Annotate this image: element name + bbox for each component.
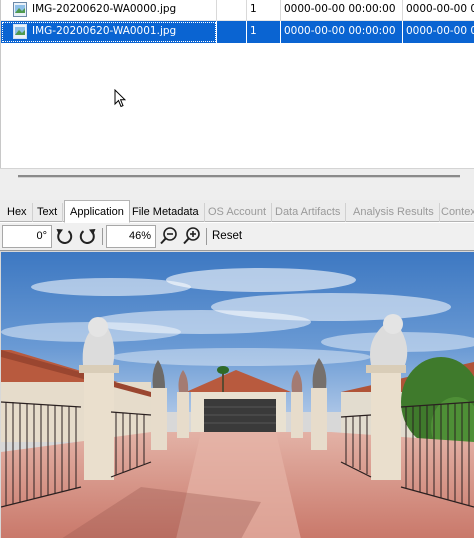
table-row-selected[interactable]: IMG-20200620-WA0001.jpg 1 0000-00-00 00:… [1, 21, 474, 43]
tab-os-account[interactable]: OS Account [203, 203, 273, 222]
content-viewer-tabs: Hex Text Application File Metadata OS Ac… [0, 200, 474, 223]
rotation-field[interactable]: 0° [2, 225, 52, 248]
mouse-cursor-icon [114, 89, 126, 108]
image-file-icon [13, 24, 27, 39]
tab-file-metadata[interactable]: File Metadata [127, 203, 205, 222]
count-cell: 1 [247, 0, 281, 21]
flag-cell [217, 21, 247, 43]
zoom-in-icon[interactable] [182, 226, 202, 246]
tab-hex[interactable]: Hex [2, 203, 33, 222]
modified-time-cell: 0000-00-00 00:00:00 [281, 0, 403, 21]
tab-text[interactable]: Text [32, 203, 64, 222]
toolbar-separator [102, 228, 103, 245]
image-toolbar: 0° 46% Reset [0, 223, 474, 250]
changed-time-cell: 0000-00-00 00:00:00 [406, 3, 474, 15]
image-viewer [0, 250, 474, 538]
zoom-level-field[interactable]: 46% [106, 225, 156, 248]
tab-data-artifacts[interactable]: Data Artifacts [270, 203, 347, 222]
zoom-out-icon[interactable] [159, 226, 179, 246]
reset-button[interactable]: Reset [210, 225, 244, 248]
horizontal-scrollbar[interactable] [18, 175, 460, 178]
rotate-left-icon[interactable] [54, 226, 74, 246]
file-name: IMG-20200620-WA0000.jpg [32, 3, 177, 15]
house-gate-photo [1, 252, 474, 538]
toolbar-separator [206, 228, 207, 245]
panel-splitter[interactable] [0, 168, 474, 200]
file-name-cell[interactable]: IMG-20200620-WA0000.jpg [1, 0, 217, 21]
file-name: IMG-20200620-WA0001.jpg [32, 25, 177, 37]
modified-time-cell: 0000-00-00 00:00:00 [281, 21, 403, 43]
flag-cell [217, 0, 247, 21]
image-file-icon [13, 2, 27, 17]
tab-application[interactable]: Application [64, 200, 130, 223]
tab-context[interactable]: Context [436, 203, 474, 222]
file-name-cell[interactable]: IMG-20200620-WA0001.jpg [1, 21, 217, 43]
count-cell: 1 [247, 21, 281, 43]
rotate-right-icon[interactable] [78, 226, 98, 246]
file-table: IMG-20200620-WA0000.jpg 1 0000-00-00 00:… [0, 0, 474, 168]
table-row[interactable]: IMG-20200620-WA0000.jpg 1 0000-00-00 00:… [1, 0, 474, 21]
tab-analysis-results[interactable]: Analysis Results [348, 203, 440, 222]
changed-time-cell: 0000-00-00 00:00:00 [406, 25, 474, 37]
